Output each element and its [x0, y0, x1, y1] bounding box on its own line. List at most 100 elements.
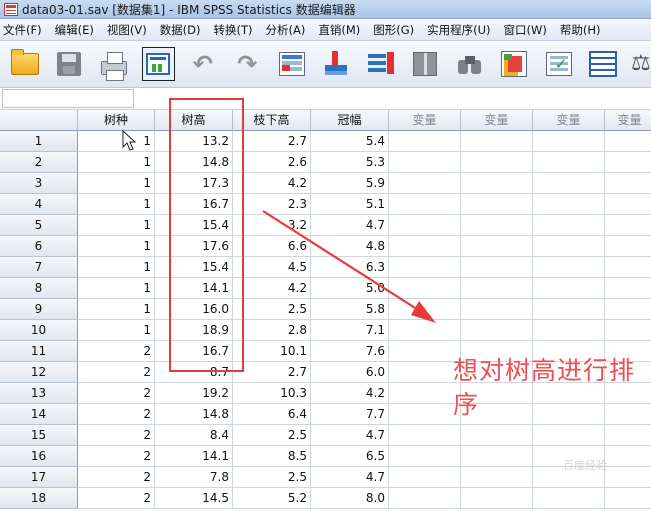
- row-header[interactable]: 14: [0, 404, 78, 425]
- grid-cell[interactable]: 5.8: [311, 299, 389, 320]
- row-header[interactable]: 13: [0, 383, 78, 404]
- open-button[interactable]: [8, 47, 42, 81]
- column-header[interactable]: 树种: [78, 110, 155, 131]
- column-header[interactable]: 树高: [155, 110, 233, 131]
- grid-cell[interactable]: [605, 404, 651, 425]
- grid-cell[interactable]: 13.2: [155, 131, 233, 152]
- grid-cell[interactable]: 1: [78, 173, 155, 194]
- grid-cell[interactable]: [605, 299, 651, 320]
- menu-view[interactable]: 视图(V): [103, 22, 147, 38]
- grid-cell[interactable]: 6.4: [233, 404, 311, 425]
- column-header[interactable]: 变量: [389, 110, 461, 131]
- grid-cell[interactable]: [533, 215, 605, 236]
- row-header[interactable]: 6: [0, 236, 78, 257]
- menu-graphs[interactable]: 图形(G): [369, 22, 414, 38]
- grid-cell[interactable]: [461, 362, 533, 383]
- grid-cell[interactable]: [389, 215, 461, 236]
- grid-cell[interactable]: 10.3: [233, 383, 311, 404]
- grid-cell[interactable]: [389, 362, 461, 383]
- grid-cell[interactable]: [389, 299, 461, 320]
- grid-cell[interactable]: [605, 383, 651, 404]
- grid-cell[interactable]: 6.5: [311, 446, 389, 467]
- grid-cell[interactable]: 1: [78, 215, 155, 236]
- grid-cell[interactable]: [533, 467, 605, 488]
- grid-cell[interactable]: [533, 425, 605, 446]
- grid-cell[interactable]: [461, 488, 533, 509]
- row-header[interactable]: 17: [0, 467, 78, 488]
- grid-cell[interactable]: [461, 425, 533, 446]
- grid-cell[interactable]: 4.2: [233, 173, 311, 194]
- grid-cell[interactable]: 1: [78, 257, 155, 278]
- column-header[interactable]: 变量: [533, 110, 605, 131]
- grid-cell[interactable]: [533, 341, 605, 362]
- grid-cell[interactable]: 5.0: [311, 278, 389, 299]
- grid-cell[interactable]: 8.7: [155, 362, 233, 383]
- grid-cell[interactable]: [533, 446, 605, 467]
- grid-cell[interactable]: [461, 383, 533, 404]
- grid-cell[interactable]: [605, 341, 651, 362]
- grid-cell[interactable]: 4.7: [311, 215, 389, 236]
- grid-cell[interactable]: [533, 131, 605, 152]
- grid-cell[interactable]: 16.0: [155, 299, 233, 320]
- grid-cell[interactable]: 1: [78, 320, 155, 341]
- grid-cell[interactable]: [605, 215, 651, 236]
- grid-cell[interactable]: [461, 446, 533, 467]
- grid-cell[interactable]: 5.1: [311, 194, 389, 215]
- grid-cell[interactable]: 7.6: [311, 341, 389, 362]
- grid-cell[interactable]: [461, 299, 533, 320]
- grid-cell[interactable]: [461, 467, 533, 488]
- grid-cell[interactable]: [389, 173, 461, 194]
- column-header[interactable]: 变量: [605, 110, 651, 131]
- grid-cell[interactable]: 2: [78, 383, 155, 404]
- grid-cell[interactable]: 8.5: [233, 446, 311, 467]
- grid-cell[interactable]: [605, 152, 651, 173]
- grid-cell[interactable]: [533, 278, 605, 299]
- grid-cell[interactable]: 1: [78, 236, 155, 257]
- row-header[interactable]: 9: [0, 299, 78, 320]
- column-header[interactable]: 冠幅: [311, 110, 389, 131]
- grid-cell[interactable]: 2.8: [233, 320, 311, 341]
- row-header[interactable]: 15: [0, 425, 78, 446]
- grid-cell[interactable]: 7.1: [311, 320, 389, 341]
- grid-cell[interactable]: [605, 236, 651, 257]
- column-header[interactable]: 枝下高: [233, 110, 311, 131]
- grid-cell[interactable]: [461, 194, 533, 215]
- grid-cell[interactable]: 16.7: [155, 194, 233, 215]
- grid-cell[interactable]: 8.0: [311, 488, 389, 509]
- grid-cell[interactable]: 8.4: [155, 425, 233, 446]
- grid-cell[interactable]: [389, 257, 461, 278]
- data-grid-button[interactable]: [587, 47, 621, 81]
- grid-cell[interactable]: [389, 278, 461, 299]
- undo-button[interactable]: ↶: [186, 47, 220, 81]
- grid-cell[interactable]: 4.8: [311, 236, 389, 257]
- grid-cell[interactable]: 2: [78, 467, 155, 488]
- grid-cell[interactable]: [461, 278, 533, 299]
- grid-cell[interactable]: [461, 341, 533, 362]
- grid-cell[interactable]: 5.2: [233, 488, 311, 509]
- grid-cell[interactable]: [461, 152, 533, 173]
- grid-cell[interactable]: 15.4: [155, 257, 233, 278]
- grid-cell[interactable]: [533, 488, 605, 509]
- grid-cell[interactable]: [389, 194, 461, 215]
- grid-cell[interactable]: 17.3: [155, 173, 233, 194]
- grid-cell[interactable]: 1: [78, 152, 155, 173]
- row-header[interactable]: 1: [0, 131, 78, 152]
- grid-cell[interactable]: 17.6: [155, 236, 233, 257]
- grid-cell[interactable]: [533, 257, 605, 278]
- grid-cell[interactable]: 14.8: [155, 404, 233, 425]
- grid-cell[interactable]: 4.7: [311, 467, 389, 488]
- grid-cell[interactable]: [389, 236, 461, 257]
- grid-cell[interactable]: 2.7: [233, 362, 311, 383]
- row-header[interactable]: 2: [0, 152, 78, 173]
- menu-edit[interactable]: 编辑(E): [51, 22, 94, 38]
- menu-data[interactable]: 数据(D): [156, 22, 201, 38]
- grid-cell[interactable]: 2.5: [233, 467, 311, 488]
- grid-cell[interactable]: [533, 152, 605, 173]
- grid-cell[interactable]: 1: [78, 194, 155, 215]
- grid-cell[interactable]: 2: [78, 362, 155, 383]
- grid-cell[interactable]: [389, 320, 461, 341]
- grid-cell[interactable]: [389, 131, 461, 152]
- grid-cell[interactable]: [461, 236, 533, 257]
- weight-cases-button[interactable]: [542, 47, 576, 81]
- grid-cell[interactable]: 7.7: [311, 404, 389, 425]
